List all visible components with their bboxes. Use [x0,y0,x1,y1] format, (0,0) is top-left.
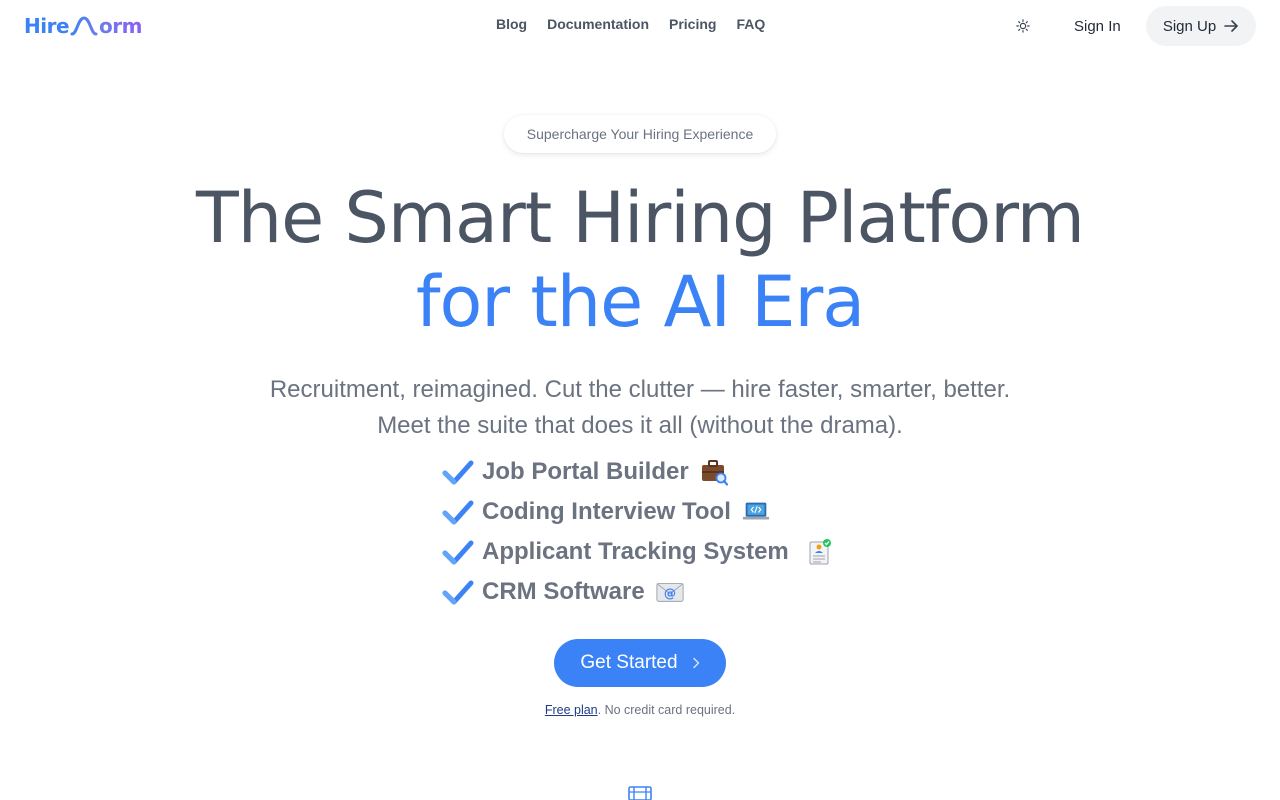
sun-icon [1016,19,1030,33]
feature-label: Applicant Tracking System [482,538,789,565]
sign-up-label: Sign Up [1162,17,1217,35]
feature-label: Job Portal Builder [482,458,689,485]
film-icon [628,786,652,800]
laptop-code-icon [741,497,771,527]
subtitle-line1: Recruitment, reimagined. Cut the clutter… [269,376,1011,403]
sign-in-label: Sign In [1074,17,1121,35]
hireform-logo[interactable]: Hire orm [24,13,142,39]
nav-link-blog[interactable]: Blog [496,14,527,34]
theme-toggle-button[interactable] [1008,12,1038,40]
briefcase-search-icon [699,457,729,487]
nav-link-documentation[interactable]: Documentation [547,14,649,34]
clipboard-check-icon [805,537,835,567]
check-icon [442,540,474,565]
chevron-right-icon [692,657,699,669]
headline-line2: for the AI Era [415,261,865,343]
feature-item-job-portal: Job Portal Builder [442,452,862,492]
subtitle-line2: Meet the suite that does it all (without… [377,412,903,439]
check-icon [442,500,474,525]
top-header: Hire orm Blog Documentation Pricing FAQ [0,0,1280,52]
hero-badge-text: Supercharge Your Hiring Experience [526,126,754,142]
hero-subtitle: Recruitment, reimagined. Cut the clutter… [0,372,1280,444]
logo-text-tail: orm [99,14,142,38]
feature-item-ats: Applicant Tracking System [442,532,862,572]
feature-item-crm: CRM Software @ [442,572,862,612]
free-plan-note: Free plan. No credit card required. [0,703,1280,717]
arrow-right-icon [1224,20,1238,32]
free-plan-note-text: . No credit card required. [597,703,736,717]
sign-in-button[interactable]: Sign In [1062,8,1133,44]
envelope-at-icon: @ [655,577,685,607]
main-nav: Blog Documentation Pricing FAQ [496,14,765,34]
headline-line1: The Smart Hiring Platform [195,177,1085,259]
svg-text:@: @ [664,587,676,601]
nav-link-pricing[interactable]: Pricing [669,14,716,34]
feature-list: Job Portal Builder Coding Interview Tool [442,452,862,612]
check-icon [442,460,474,485]
get-started-button[interactable]: Get Started [554,639,726,687]
nav-link-faq[interactable]: FAQ [736,14,765,34]
feature-label: CRM Software [482,578,645,605]
logo-text-head: Hire [24,14,70,38]
check-icon [442,580,474,605]
free-plan-link[interactable]: Free plan [545,703,598,717]
sign-up-button[interactable]: Sign Up [1146,6,1256,46]
hero-badge: Supercharge Your Hiring Experience [504,115,776,153]
feature-label: Coding Interview Tool [482,498,731,525]
logo-wave-icon [70,16,98,36]
hero-headline: The Smart Hiring Platform for the AI Era [0,176,1280,344]
get-started-label: Get Started [580,652,678,673]
feature-item-coding-interview: Coding Interview Tool [442,492,862,532]
